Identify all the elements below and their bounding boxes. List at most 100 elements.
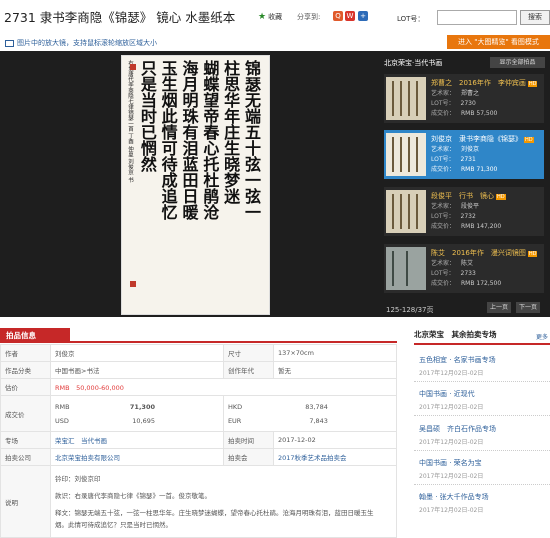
session-list-item[interactable]: 中国书画 · 荣名为宝 2017年12月02日-02日	[419, 458, 483, 480]
session-list-item[interactable]: 中国书画 · 近现代 2017年12月02日-02日	[419, 389, 483, 411]
inscription: 右录唐代李商隐七律锦瑟一首 丁酉 仲夏 刘俊京 书	[127, 60, 133, 183]
divider	[414, 450, 550, 451]
artist-label: 艺术家：	[431, 203, 456, 210]
seal-stamp	[130, 281, 136, 287]
session-list-item[interactable]: 五色相宜 · 名家书画专场 2017年12月02日-02日	[419, 355, 496, 377]
deal-usd-currency: USD	[55, 416, 69, 425]
deal-rmb-value: 71,300	[129, 402, 155, 411]
year-key: 创作年代	[222, 361, 274, 379]
prev-page-button[interactable]: 上一页	[487, 302, 511, 313]
lot-info-table: 作者 刘俊京 尺寸 137×70cm 作品分类 中国书画>书法 创作年代 暂无 …	[0, 344, 398, 538]
calligraphy-column: 锦瑟无端五十弦一弦一	[241, 60, 261, 220]
deal-eur-value: 7,843	[309, 416, 328, 425]
zoom-hint-text: 图片中的放大镜，支持鼠标滚轮缩放区域大小	[17, 39, 157, 47]
favorite-button[interactable]: ★ 收藏	[258, 12, 282, 22]
lot-card[interactable]: 郑曹之 2016年作 李仲宾画 HD 艺术家： 郑曹之 LOT号： 2730 成交价：…	[384, 74, 544, 123]
divider	[414, 381, 550, 382]
category-value: 中国书画>书法	[50, 361, 224, 379]
weibo-share-icon[interactable]: W	[345, 11, 355, 21]
price-label: 成交价：	[431, 110, 456, 117]
deal-hkd-value: 83,784	[305, 402, 328, 411]
deal-rmb-currency: RMB	[55, 402, 70, 411]
session-date: 2017年12月02日-02日	[419, 473, 484, 480]
lot-card[interactable]: 段俊平 行书 镜心 HD 艺术家： 段俊平 LOT号： 2732 成交价： RMB 14…	[384, 187, 544, 236]
lot-card-active[interactable]: 刘俊京 隶书李商隐《锦瑟》 HD 艺术家： 刘俊京 LOT号： 2731 成交价： RM…	[384, 130, 544, 179]
estimate-value: RMB 50,000-60,000	[50, 378, 397, 396]
price-value: RMB 172,500	[461, 280, 502, 287]
lot-info-header: 拍品信息	[0, 328, 397, 343]
lot-card[interactable]: 陈艾 2016年作 漫兴词镜图 HD 艺术家： 陈艾 LOT号： 2733 成交价： R…	[384, 244, 544, 293]
session-list-item[interactable]: 吴昌硕 齐白石作品专场 2017年12月02日-02日	[419, 424, 496, 446]
calligraphy-column: 只是当时已惘然	[137, 60, 157, 172]
size-key: 尺寸	[222, 344, 274, 362]
session-name[interactable]: 吴昌硕 齐白石作品专场	[419, 424, 496, 434]
lot-no-value: 2732	[460, 213, 476, 220]
lot-thumbnail	[386, 133, 426, 176]
qzone-share-icon[interactable]: Q	[333, 11, 343, 21]
session-key: 专场	[0, 431, 51, 449]
hd-badge: HD	[496, 194, 506, 200]
session-name[interactable]: 翰墨 · 张大千作品专场	[419, 492, 489, 502]
session-date: 2017年12月02日-02日	[419, 370, 484, 377]
deal-usd-value: 10,695	[132, 416, 155, 425]
calligraphy-column: 蝴蝶望帝春心托杜鹃沧	[200, 60, 220, 220]
artist-value: 刘俊京	[461, 146, 480, 153]
artwork-image[interactable]: 锦瑟无端五十弦一弦一 柱思华年庄生晓梦迷 蝴蝶望帝春心托杜鹃沧 海月明珠有泪蓝田…	[121, 55, 270, 315]
company-value[interactable]: 北京荣宝拍卖有限公司	[50, 448, 224, 466]
session-name[interactable]: 中国书画 · 荣名为宝	[419, 458, 483, 468]
show-all-lots-button[interactable]: 显示全部拍品	[490, 57, 545, 68]
lot-no-value: 2733	[460, 270, 476, 277]
artist-value: 郑曹之	[461, 90, 480, 97]
next-page-button[interactable]: 下一页	[516, 302, 540, 313]
session-name[interactable]: 中国书画 · 近现代	[419, 389, 483, 399]
artist-value: 段俊平	[461, 203, 480, 210]
year-value: 暂无	[272, 361, 398, 379]
price-value: RMB 71,300	[461, 166, 498, 173]
calligraphy-column: 柱思华年庄生晓梦迷	[221, 60, 241, 204]
time-key: 拍卖时间	[222, 431, 274, 449]
lot-no-label: LOT号：	[431, 270, 455, 277]
session-date: 2017年12月02日-02日	[419, 439, 484, 446]
divider	[414, 484, 550, 485]
lot-no-label: LOT号：	[431, 213, 455, 220]
session-heading: 北京荣宝·当代书画	[384, 59, 443, 67]
lot-search-input[interactable]	[437, 10, 517, 25]
company-key: 拍卖公司	[0, 448, 51, 466]
more-share-icon[interactable]: +	[358, 11, 368, 21]
deal-hkd-currency: HKD	[227, 402, 243, 411]
estimate-key: 估价	[0, 378, 51, 396]
price-label: 成交价：	[431, 280, 456, 287]
price-value: RMB 57,500	[461, 110, 498, 117]
other-sessions-header: 北京荣宝 其余拍卖专场 更多	[414, 329, 550, 345]
auction-value[interactable]: 2017秋季艺术品拍卖会	[272, 448, 398, 466]
lot-no-value: 2731	[460, 156, 476, 163]
lot-title: 郑曹之 2016年作 李仲宾画	[431, 79, 526, 87]
deal-eur-currency: EUR	[227, 416, 242, 425]
search-button[interactable]: 搜索	[520, 10, 550, 25]
large-view-mode-button[interactable]: 进入 "大图精览" 看图模式	[447, 35, 550, 49]
zoom-hint: 图片中的放大镜，支持鼠标滚轮缩放区域大小	[5, 38, 157, 48]
transcription-note-cont: 烟。此情可待成追忆？只是当时已惘然。	[55, 520, 172, 529]
more-link[interactable]: 更多	[536, 332, 548, 341]
image-icon	[5, 39, 14, 47]
session-date: 2017年12月02日-02日	[419, 507, 484, 514]
lot-label: LOT号：	[397, 15, 425, 23]
seal-stamp	[130, 64, 136, 70]
artist-label: 艺术家：	[431, 260, 456, 267]
session-date: 2017年12月02日-02日	[419, 404, 484, 411]
hd-badge: HD	[524, 137, 534, 143]
session-name[interactable]: 五色相宜 · 名家书画专场	[419, 355, 496, 365]
lot-no-value: 2730	[460, 100, 476, 107]
price-label: 成交价：	[431, 223, 456, 230]
calligraphy-column: 玉生烟此情可待成追忆	[158, 60, 178, 220]
calligraphy-column: 海月明珠有泪蓝田日暖	[179, 60, 199, 220]
share-label: 分享到:	[297, 13, 321, 21]
auction-key: 拍卖会	[222, 448, 274, 466]
category-key: 作品分类	[0, 361, 51, 379]
lot-thumbnail	[386, 247, 426, 290]
hd-badge: HD	[527, 81, 538, 87]
lot-info-heading: 拍品信息	[0, 328, 70, 343]
session-value[interactable]: 荣宝汇 当代书画	[50, 431, 224, 449]
inscription-note: 款识：右录唐代李商隐七律《锦瑟》一首。俊京敬笔。	[55, 491, 211, 500]
session-list-item[interactable]: 翰墨 · 张大千作品专场 2017年12月02日-02日	[419, 492, 489, 514]
